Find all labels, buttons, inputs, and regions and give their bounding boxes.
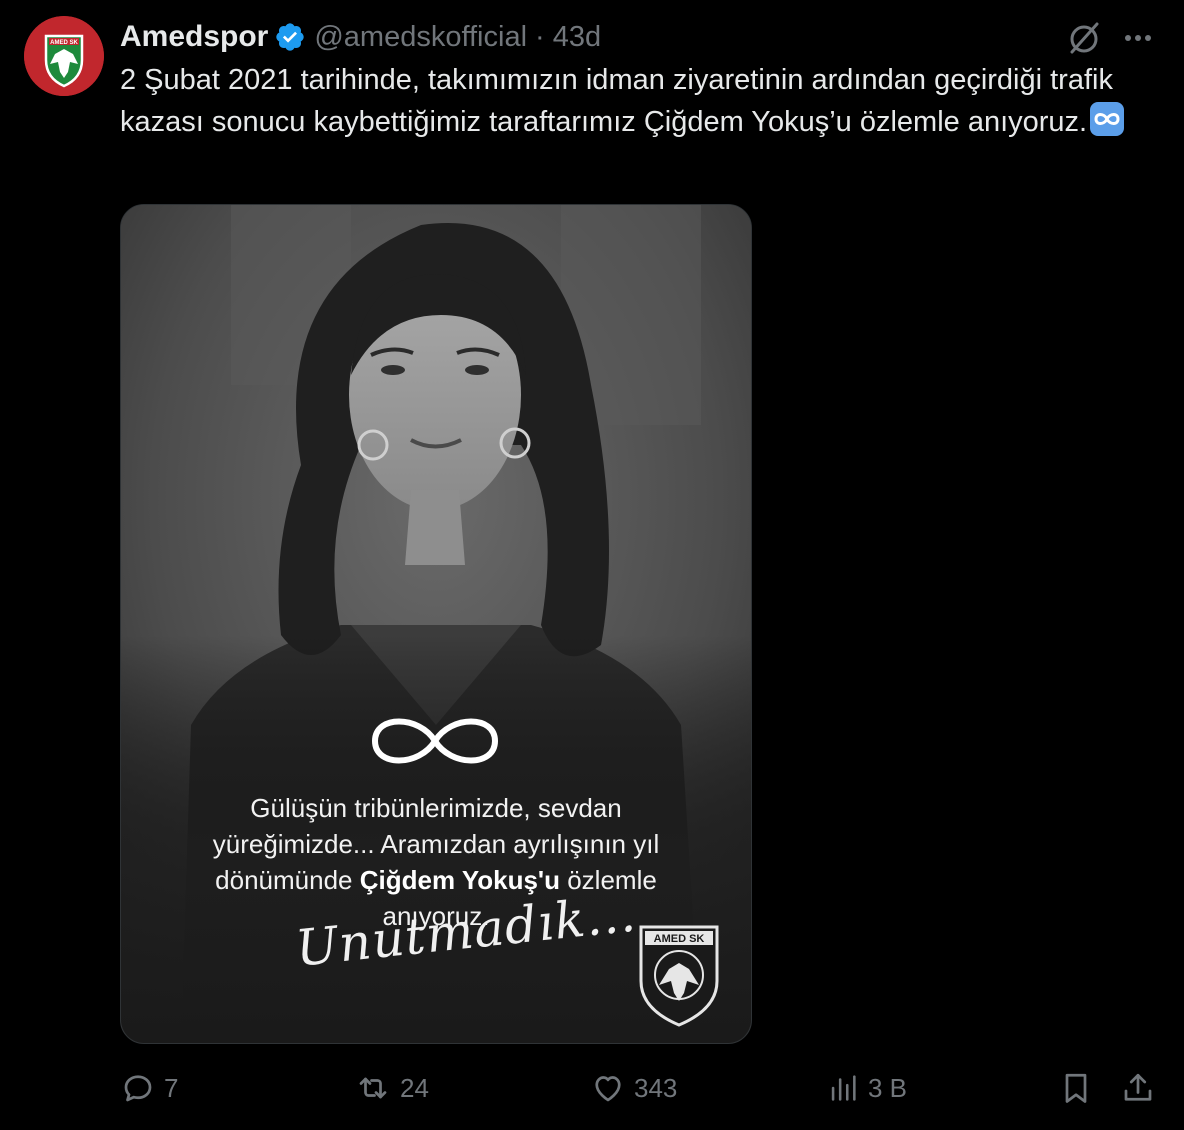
handle[interactable]: @amedskofficial — [314, 21, 527, 54]
display-name[interactable]: Amedspor — [120, 20, 268, 54]
tweet-body: 2 Şubat 2021 tarihinde, takımımızın idma… — [120, 64, 1113, 138]
tweet[interactable]: AMED SK Amedspor @amedskofficial · 43d 2… — [0, 0, 1184, 1130]
reply-icon — [124, 1075, 152, 1102]
poster-line-2: yüreğimizde... Aramızdan ayrılışının yıl — [212, 829, 660, 859]
poster-line-1: Gülüşün tribünlerimizde, sevdan — [250, 793, 622, 823]
views-chart-icon — [831, 1075, 856, 1101]
poster-badge-text: AMED SK — [654, 933, 705, 945]
infinity-emoji-icon — [1089, 101, 1125, 137]
action-bar: 7 24 343 3 B — [0, 1060, 1184, 1116]
avatar[interactable]: AMED SK — [24, 16, 104, 96]
repost-button[interactable]: 24 — [354, 1068, 429, 1108]
verified-badge-icon[interactable] — [274, 21, 306, 53]
heart-icon — [595, 1076, 621, 1102]
bookmark-button[interactable] — [1058, 1068, 1094, 1108]
more-options-icon[interactable] — [1120, 20, 1156, 56]
poster-line-3-pre: dönümünde — [215, 865, 360, 895]
avatar-badge-text: AMED SK — [50, 40, 78, 46]
repost-icon — [359, 1077, 387, 1099]
views-button[interactable]: 3 B — [826, 1068, 907, 1108]
share-icon — [1124, 1073, 1152, 1101]
tweet-text: 2 Şubat 2021 tarihinde, takımımızın idma… — [120, 60, 1160, 143]
reply-button[interactable]: 7 — [120, 1068, 178, 1108]
tweet-media-image[interactable]: AMED SK Gülüşün tribünlerimizde, sevdan … — [120, 204, 752, 1044]
tweet-header: Amedspor @amedskofficial · 43d — [120, 16, 601, 58]
poster-name: Çiğdem Yokuş'u — [359, 865, 560, 895]
timestamp[interactable]: 43d — [553, 21, 601, 54]
repost-count: 24 — [400, 1072, 429, 1103]
bookmark-icon — [1065, 1073, 1087, 1103]
reply-count: 7 — [164, 1072, 179, 1103]
poster-line-3: dönümünde Çiğdem Yokuş'u özlemle — [121, 862, 751, 898]
views-count: 3 B — [868, 1072, 908, 1103]
like-button[interactable]: 343 — [590, 1068, 677, 1108]
share-button[interactable] — [1120, 1068, 1156, 1108]
grok-icon[interactable] — [1064, 18, 1104, 58]
separator-dot: · — [535, 20, 545, 53]
like-count: 343 — [634, 1072, 678, 1103]
